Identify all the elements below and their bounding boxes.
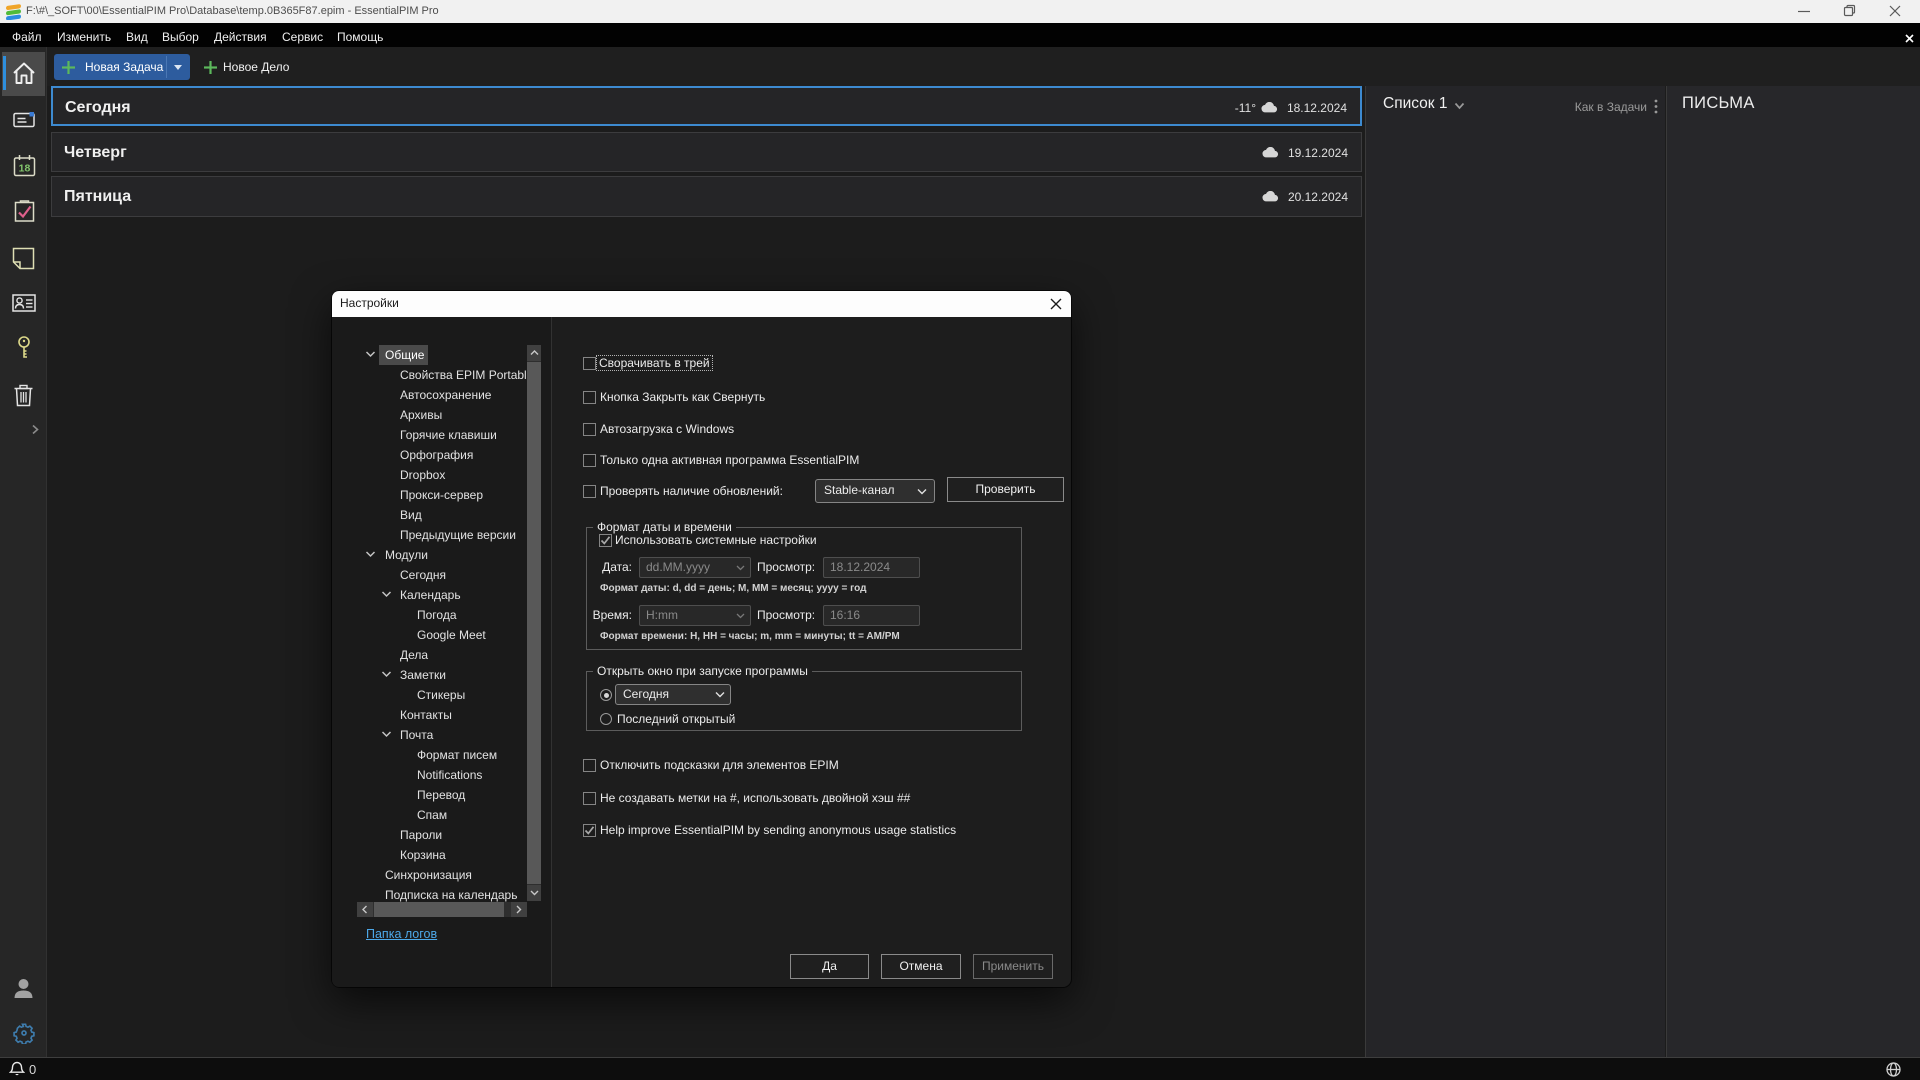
svg-text:18: 18 <box>19 163 31 175</box>
